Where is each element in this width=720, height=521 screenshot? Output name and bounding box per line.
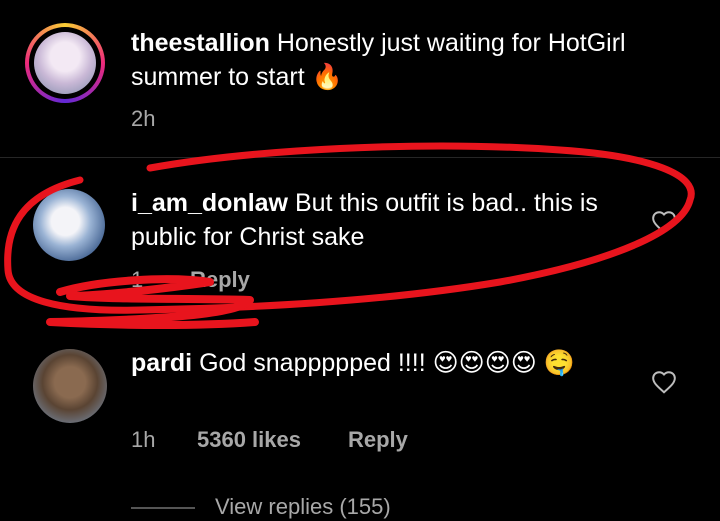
reply-button[interactable]: Reply [190,267,250,293]
heart-outline-icon[interactable] [651,370,677,394]
divider [0,157,720,158]
comment-timestamp: 1 [131,267,144,292]
view-replies-button[interactable]: View replies (155) [215,494,391,520]
comment-timestamp: 1h [131,427,156,452]
heart-eyes-emoji: 😍😍😍😍 🤤 [432,349,575,377]
avatar[interactable] [34,32,96,94]
comment-body: theestallion Honestly just waiting for H… [131,26,691,94]
comment-body: i_am_donlaw But this outfit is bad.. thi… [131,186,631,254]
reply-button[interactable]: Reply [348,427,408,453]
comment-username[interactable]: i_am_donlaw [131,189,288,217]
comment-username[interactable]: pardi [131,349,192,377]
comment-timestamp: 2h [131,106,156,131]
avatar[interactable] [33,189,105,261]
likes-count[interactable]: 5360 likes [197,427,301,453]
comment-body: pardi God snappppped !!!! 😍😍😍😍 🤤 [131,346,621,380]
view-replies-line [131,507,195,509]
heart-outline-icon[interactable] [651,210,677,234]
fire-emoji: 🔥 [311,63,343,91]
avatar[interactable] [33,349,107,423]
comment-username[interactable]: theestallion [131,29,270,57]
avatar-story-ring[interactable] [25,23,105,103]
comment-text: God snappppped !!!! [199,349,426,377]
